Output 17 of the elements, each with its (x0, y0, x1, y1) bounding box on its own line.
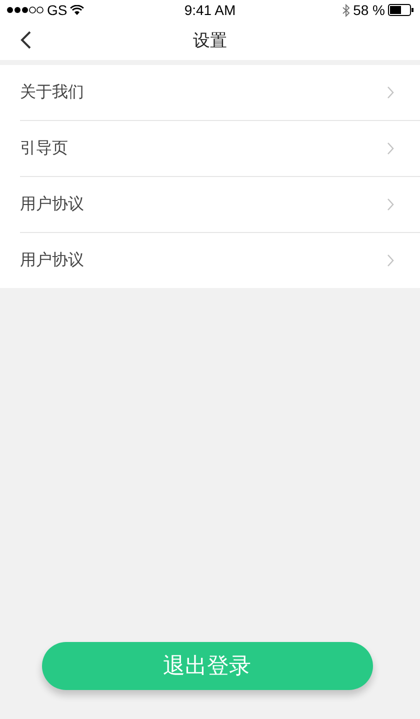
carrier-name: GS (47, 2, 68, 18)
settings-item[interactable]: 用户协议 (20, 177, 420, 233)
chevron-icon (387, 198, 394, 211)
settings-item[interactable]: 引导页 (20, 121, 420, 177)
status-time: 9:41 AM (184, 2, 236, 18)
bluetooth-icon (342, 4, 350, 16)
chevron-icon (387, 254, 394, 267)
page-title: 设置 (193, 30, 227, 50)
battery-percent: 58 % (353, 2, 385, 18)
settings-item[interactable]: 用户协议 (20, 233, 420, 288)
back-icon (20, 31, 31, 49)
signal-icon (6, 6, 44, 14)
chevron-icon (387, 86, 394, 99)
battery-icon (388, 4, 414, 16)
wifi-icon (70, 4, 84, 16)
settings-item[interactable]: 关于我们 (20, 65, 420, 121)
chevron-icon (387, 142, 394, 155)
